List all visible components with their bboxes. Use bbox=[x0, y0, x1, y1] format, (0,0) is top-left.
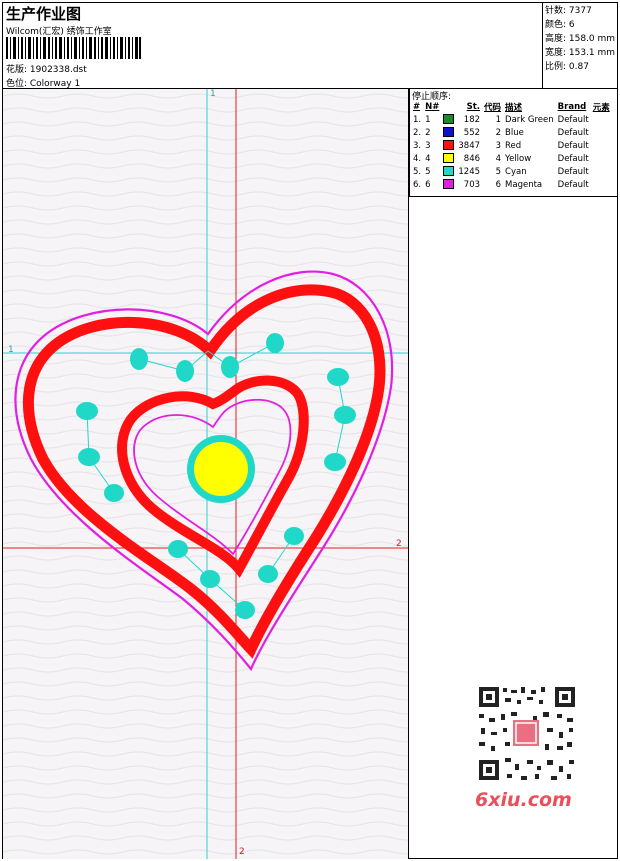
col-code: 代码 bbox=[484, 102, 502, 113]
row-index: 5. bbox=[413, 166, 422, 177]
color-swatch bbox=[441, 126, 456, 139]
color-swatch bbox=[441, 152, 456, 165]
color-swatch bbox=[441, 113, 456, 126]
table-header-row: # N# St. 代码 描述 Brand 元素 bbox=[411, 100, 612, 113]
stop-sequence-panel: 停止顺序: # N# St. 代码 描述 Brand 元素 1. 1 182 1 Dar… bbox=[409, 89, 618, 197]
axis-label-1-top: 1 bbox=[210, 89, 216, 99]
color-swatch-icon bbox=[443, 127, 455, 138]
watermark: 6xiu.com bbox=[475, 789, 572, 811]
row-stitches: 552 bbox=[463, 127, 481, 138]
row-n: 5 bbox=[425, 166, 431, 177]
design-width: 宽度: 153.1 mm bbox=[545, 48, 616, 58]
color-swatch-icon bbox=[443, 153, 455, 164]
row-code: 6 bbox=[495, 179, 502, 190]
row-element bbox=[591, 139, 612, 152]
row-stitches: 1245 bbox=[458, 166, 481, 177]
color-swatch bbox=[441, 139, 456, 152]
table-row: 2. 2 552 2 Blue Default bbox=[411, 126, 612, 139]
col-index: # bbox=[413, 101, 421, 112]
row-index: 3. bbox=[413, 140, 422, 151]
row-element bbox=[591, 126, 612, 139]
row-description: Yellow bbox=[505, 153, 532, 164]
row-code: 5 bbox=[495, 166, 502, 177]
color-swatch bbox=[441, 165, 456, 178]
colorway-label: 色位: Colorway 1 bbox=[6, 79, 81, 89]
col-swatch bbox=[441, 100, 456, 113]
subtitle: Wilcom(汇宏) 绣饰工作室 bbox=[6, 27, 112, 37]
stats-panel: 针数: 7377 颜色: 6 高度: 158.0 mm 宽度: 153.1 mm… bbox=[542, 2, 618, 88]
row-index: 2. bbox=[413, 127, 422, 138]
axis-label-2-bottom: 2 bbox=[239, 847, 245, 857]
row-element bbox=[591, 152, 612, 165]
design-file-label: 花版: 1902338.dst bbox=[6, 65, 87, 75]
row-code: 4 bbox=[495, 153, 502, 164]
row-index: 4. bbox=[413, 153, 422, 164]
row-description: Dark Green bbox=[505, 114, 554, 125]
table-row: 5. 5 1245 5 Cyan Default bbox=[411, 165, 612, 178]
color-swatch-icon bbox=[443, 140, 455, 151]
row-n: 3 bbox=[425, 140, 431, 151]
row-stitches: 3847 bbox=[458, 140, 481, 151]
stop-sequence-table: # N# St. 代码 描述 Brand 元素 1. 1 182 1 Dark Gree… bbox=[411, 100, 612, 191]
table-row: 1. 1 182 1 Dark Green Default bbox=[411, 113, 612, 126]
row-brand: Default bbox=[557, 114, 589, 125]
row-stitches: 703 bbox=[463, 179, 481, 190]
barcode bbox=[6, 37, 141, 59]
design-canvas: 1 1 2 2 bbox=[3, 89, 408, 859]
row-element bbox=[591, 113, 612, 126]
col-brand: Brand bbox=[557, 101, 587, 112]
page-title: 生产作业图 bbox=[6, 5, 82, 23]
col-element: 元素 bbox=[592, 102, 610, 113]
design-height: 高度: 158.0 mm bbox=[545, 34, 616, 44]
design-scale: 比例: 0.87 bbox=[545, 62, 589, 72]
row-brand: Default bbox=[557, 179, 589, 190]
row-stitches: 846 bbox=[463, 153, 481, 164]
row-code: 3 bbox=[495, 140, 502, 151]
table-row: 3. 3 3847 3 Red Default bbox=[411, 139, 612, 152]
row-code: 2 bbox=[495, 127, 502, 138]
row-brand: Default bbox=[557, 140, 589, 151]
table-row: 6. 6 703 6 Magenta Default bbox=[411, 178, 612, 191]
row-description: Blue bbox=[505, 127, 524, 138]
row-n: 4 bbox=[425, 153, 431, 164]
row-description: Cyan bbox=[505, 166, 527, 177]
qr-code bbox=[471, 682, 581, 787]
color-swatch-icon bbox=[443, 179, 455, 190]
color-swatch bbox=[441, 178, 456, 191]
col-description: 描述 bbox=[505, 102, 523, 113]
row-description: Magenta bbox=[505, 179, 543, 190]
center-dot-yellow bbox=[194, 442, 248, 496]
row-index: 6. bbox=[413, 179, 422, 190]
row-n: 6 bbox=[425, 179, 431, 190]
row-code: 1 bbox=[495, 114, 502, 125]
row-brand: Default bbox=[557, 127, 589, 138]
row-brand: Default bbox=[557, 166, 589, 177]
row-element bbox=[591, 178, 612, 191]
row-description: Red bbox=[505, 140, 522, 151]
embroidery-preview bbox=[3, 89, 408, 859]
axis-label-1-left: 1 bbox=[8, 345, 14, 355]
stitch-count: 针数: 7377 bbox=[545, 6, 592, 16]
divider bbox=[408, 89, 409, 859]
header: 生产作业图 Wilcom(汇宏) 绣饰工作室 花版: 1902338.dst 色… bbox=[2, 2, 618, 89]
color-swatch-icon bbox=[443, 166, 455, 177]
axis-label-2-right: 2 bbox=[396, 539, 402, 549]
row-brand: Default bbox=[557, 153, 589, 164]
row-n: 2 bbox=[425, 127, 431, 138]
color-count: 颜色: 6 bbox=[545, 20, 575, 30]
col-n: N# bbox=[425, 101, 440, 112]
col-stitches: St. bbox=[466, 101, 481, 112]
row-element bbox=[591, 165, 612, 178]
table-row: 4. 4 846 4 Yellow Default bbox=[411, 152, 612, 165]
row-stitches: 182 bbox=[463, 114, 481, 125]
color-swatch-icon bbox=[443, 114, 455, 125]
row-index: 1. bbox=[413, 114, 422, 125]
row-n: 1 bbox=[425, 114, 431, 125]
